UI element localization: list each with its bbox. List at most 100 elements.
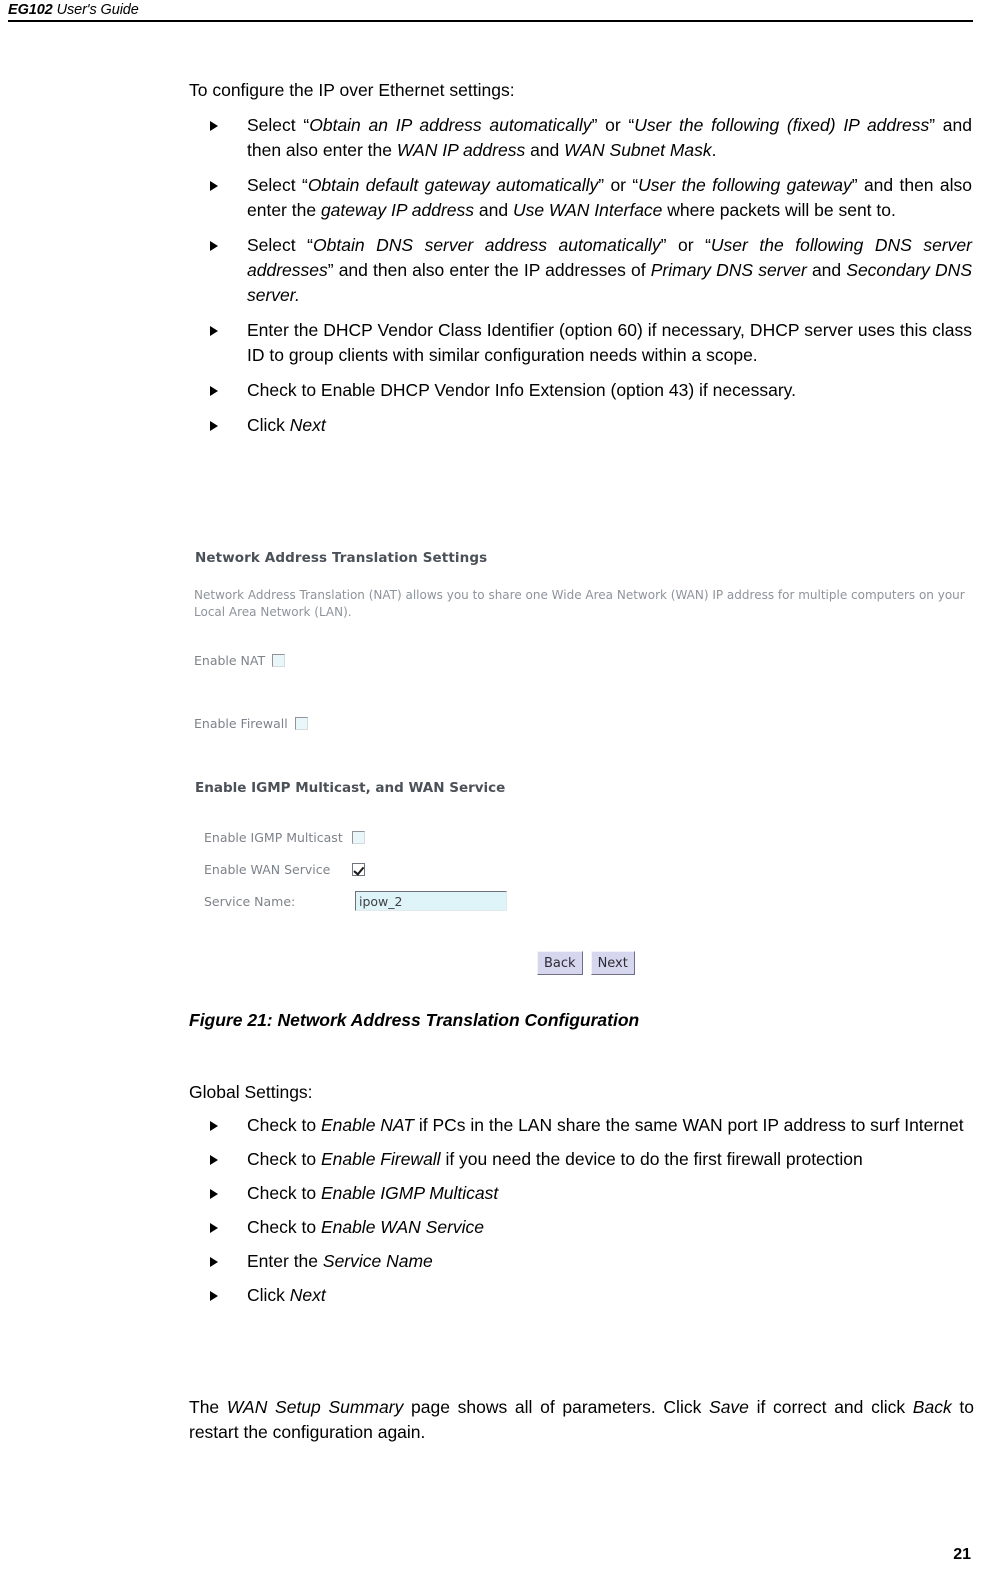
text-run-2: if you need the device to do the first f…: [440, 1149, 863, 1170]
bullet-item: Check to Enable Firewall if you need the…: [189, 1147, 974, 1172]
text-run-8: .: [711, 139, 717, 160]
summary-paragraph: The WAN Setup Summary page shows all of …: [189, 1395, 974, 1445]
text-run-4: ” and then also enter the IP addresses o…: [327, 259, 651, 280]
text-run-2: page shows all of parameters. Click: [403, 1397, 710, 1417]
bullet-item: Select “Obtain DNS server address automa…: [189, 233, 972, 308]
nat-settings-heading: Network Address Translation Settings: [195, 550, 488, 566]
summary-section: The WAN Setup Summary page shows all of …: [189, 1395, 974, 1445]
enable-igmp-label: Enable IGMP Multicast: [204, 829, 343, 845]
text-run-0: Select “: [247, 174, 308, 195]
text-run-7: Use WAN Interface: [512, 199, 663, 220]
page-number: 21: [953, 1546, 971, 1563]
text-run-2: ” or “: [591, 114, 635, 135]
text-run-0: Enter the: [247, 1251, 323, 1272]
bullet-item: Check to Enable DHCP Vendor Info Extensi…: [189, 378, 972, 403]
header-divider: [8, 20, 973, 22]
text-run-2: ” or “: [598, 174, 639, 195]
bullet-item: Check to Enable NAT if PCs in the LAN sh…: [189, 1113, 974, 1138]
bullet-item: Check to Enable IGMP Multicast: [189, 1181, 974, 1206]
text-run-0: Check to: [247, 1149, 321, 1170]
bullet-item: Click Next: [189, 413, 972, 438]
instruction-bullet-list: Select “Obtain an IP address automatical…: [189, 113, 972, 438]
text-run-0: Check to Enable DHCP Vendor Info Extensi…: [247, 379, 796, 400]
header-title-text: User's Guide: [52, 2, 139, 18]
global-settings-section: Global Settings: Check to Enable NAT if …: [189, 1080, 974, 1317]
service-name-control[interactable]: ipow_2: [352, 891, 507, 911]
bullet-item: Enter the DHCP Vendor Class Identifier (…: [189, 318, 972, 368]
text-run-0: Click: [247, 1285, 290, 1306]
global-settings-bullet-list: Check to Enable NAT if PCs in the LAN sh…: [189, 1113, 974, 1308]
text-run-1: Enable IGMP Multicast: [320, 1183, 499, 1204]
document-page: EG102 User's Guide To configure the IP o…: [0, 0, 981, 1578]
instructions-section: To configure the IP over Ethernet settin…: [189, 78, 972, 448]
enable-wan-service-checkbox[interactable]: [352, 862, 365, 876]
running-header: EG102 User's Guide: [0, 0, 981, 22]
enable-firewall-label: Enable Firewall: [194, 716, 288, 731]
text-run-1: WAN Setup Summary: [226, 1397, 404, 1417]
bullet-item: Enter the Service Name: [189, 1249, 974, 1274]
global-settings-heading: Global Settings:: [189, 1082, 313, 1102]
enable-firewall-row[interactable]: Enable Firewall: [194, 716, 308, 731]
text-run-2: if PCs in the LAN share the same WAN por…: [414, 1115, 964, 1136]
router-ui-screenshot: Network Address Translation Settings Net…: [192, 543, 972, 993]
text-run-0: Check to: [247, 1183, 321, 1204]
bullet-item: Click Next: [189, 1283, 974, 1308]
text-run-0: Select “: [247, 114, 310, 135]
text-run-1: Obtain an IP address automatically: [309, 114, 592, 135]
nat-settings-description: Network Address Translation (NAT) allows…: [194, 588, 965, 620]
igmp-wan-field-grid: Enable IGMP Multicast Enable WAN Service…: [204, 821, 704, 917]
text-run-1: Next: [289, 1285, 326, 1306]
text-run-0: Enter the DHCP Vendor Class Identifier (…: [247, 319, 972, 365]
enable-nat-row[interactable]: Enable NAT: [194, 653, 286, 668]
text-run-0: Click: [247, 415, 290, 435]
text-run-8: where packets will be sent to.: [662, 199, 896, 220]
text-run-3: User the following gateway: [638, 174, 852, 195]
service-name-label: Service Name:: [204, 893, 296, 909]
text-run-5: Primary DNS server: [650, 259, 807, 280]
text-run-1: Enable Firewall: [320, 1149, 441, 1170]
service-name-row[interactable]: Service Name: ipow_2: [204, 885, 704, 917]
text-run-0: The: [189, 1397, 227, 1417]
enable-wan-service-control[interactable]: [352, 862, 365, 876]
text-run-1: Next: [289, 415, 326, 435]
text-run-4: if correct and click: [748, 1397, 913, 1417]
text-run-0: Check to: [247, 1217, 321, 1238]
wizard-button-bar: Back Next: [537, 951, 635, 975]
bullet-item: Select “Obtain an IP address automatical…: [189, 113, 972, 163]
text-run-1: Enable NAT: [320, 1115, 414, 1136]
text-run-0: Check to: [247, 1115, 321, 1136]
text-run-6: and: [525, 139, 565, 160]
enable-igmp-checkbox[interactable]: [352, 830, 365, 844]
enable-igmp-row[interactable]: Enable IGMP Multicast: [204, 821, 704, 853]
header-product-name: EG102: [8, 2, 53, 18]
text-run-1: Enable WAN Service: [320, 1217, 485, 1238]
text-run-5: WAN IP address: [396, 139, 526, 160]
intro-paragraph: To configure the IP over Ethernet settin…: [189, 80, 515, 100]
back-button[interactable]: Back: [537, 951, 583, 975]
enable-nat-label: Enable NAT: [194, 653, 266, 668]
text-run-6: and: [474, 199, 513, 220]
text-run-1: Obtain default gateway automatically: [307, 174, 599, 195]
header-title: EG102 User's Guide: [8, 2, 139, 18]
enable-firewall-checkbox[interactable]: [294, 717, 308, 730]
service-name-input[interactable]: ipow_2: [355, 891, 507, 911]
text-run-1: Obtain DNS server address automatically: [313, 234, 661, 255]
enable-wan-service-label: Enable WAN Service: [204, 861, 331, 877]
enable-igmp-control[interactable]: [352, 830, 365, 844]
figure-caption: Figure 21: Network Address Translation C…: [189, 1010, 640, 1030]
text-run-6: and: [806, 259, 847, 280]
text-run-1: Service Name: [322, 1251, 433, 1272]
text-run-7: WAN Subnet Mask: [564, 139, 712, 160]
enable-wan-service-row[interactable]: Enable WAN Service: [204, 853, 704, 885]
bullet-item: Select “Obtain default gateway automatic…: [189, 173, 972, 223]
text-run-0: Select “: [247, 234, 313, 255]
bullet-item: Check to Enable WAN Service: [189, 1215, 974, 1240]
text-run-3: Save: [709, 1397, 749, 1417]
text-run-3: User the following (fixed) IP address: [634, 114, 930, 135]
text-run-5: Back: [912, 1397, 952, 1417]
next-button[interactable]: Next: [590, 951, 635, 975]
enable-nat-checkbox[interactable]: [272, 654, 286, 667]
text-run-2: ” or “: [660, 234, 711, 255]
text-run-5: gateway IP address: [320, 199, 475, 220]
igmp-wan-heading: Enable IGMP Multicast, and WAN Service: [195, 780, 506, 796]
